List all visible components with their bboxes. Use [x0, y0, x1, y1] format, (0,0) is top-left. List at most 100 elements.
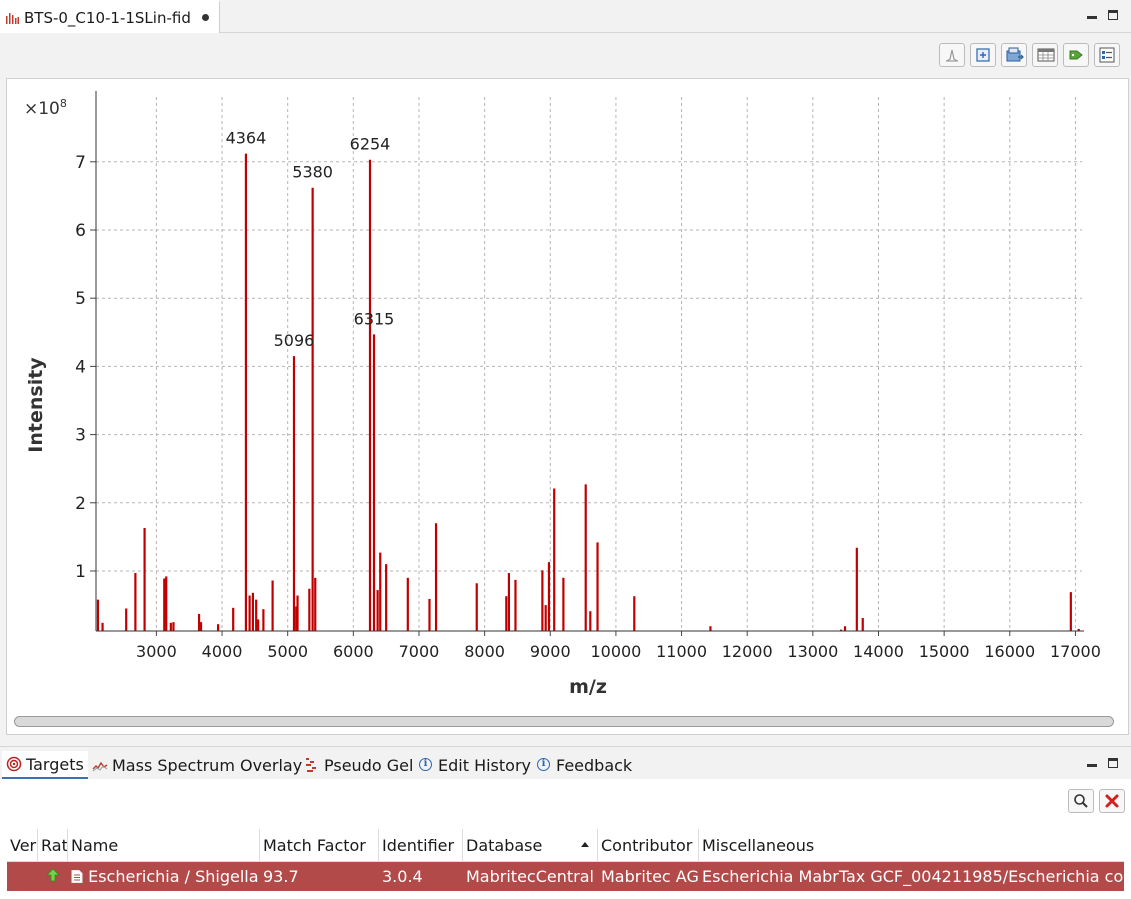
info-icon: i	[418, 757, 434, 773]
table-row[interactable]: Escherichia / Shigella 93.7 3.0.4 Mabrit…	[7, 862, 1124, 891]
target-icon	[6, 756, 22, 772]
search-button[interactable]	[1068, 789, 1094, 813]
mass-spectrum-plot[interactable]: 3000 4000 5000 6000 7000 8000 9000 10000 11000 12…	[7, 79, 1130, 709]
tab-targets-label: Targets	[26, 754, 84, 774]
table-view-button[interactable]	[1032, 43, 1058, 67]
editor-tab-title: BTS-0_C10-1-1SLin-fid	[24, 9, 191, 27]
x-tick-label: 15000	[919, 642, 970, 661]
x-tick-label: 3000	[136, 642, 177, 661]
y-axis-label: Intensity	[25, 357, 47, 453]
tab-mass-spectrum-overlay-label: Mass Spectrum Overlay	[112, 755, 303, 775]
x-tick-label: 14000	[853, 642, 904, 661]
x-axis-label: m/z	[569, 676, 607, 698]
zoom-icon	[976, 48, 990, 62]
axes: 3000 4000 5000 6000 7000 8000 9000 10000 11000 12…	[75, 91, 1101, 661]
targets-table[interactable]: Ver Rat Name Match Factor Identifier Dat…	[7, 829, 1124, 899]
tab-targets[interactable]: Targets	[2, 751, 88, 779]
tab-edit-history[interactable]: i Edit History	[414, 751, 535, 779]
column-header-contributor[interactable]: Contributor	[598, 829, 699, 862]
tab-edit-history-label: Edit History	[438, 755, 531, 775]
maximize-icon	[1108, 758, 1118, 768]
export-button[interactable]	[1001, 43, 1027, 67]
x-tick-label: 6000	[333, 642, 374, 661]
sort-ascending-icon	[581, 842, 589, 847]
info-icon: i	[536, 757, 552, 773]
y-scale-factor: ×108	[24, 97, 67, 119]
x-tick-label: 9000	[530, 642, 571, 661]
arrow-up-icon	[46, 868, 60, 882]
column-header-database[interactable]: Database	[463, 829, 598, 862]
horizontal-scrollbar[interactable]	[14, 716, 1114, 727]
peak-label: 5380	[292, 163, 333, 182]
x-tick-label: 13000	[787, 642, 838, 661]
spectrum-file-icon	[6, 13, 19, 24]
name-cell: Escherichia / Shigella	[68, 862, 260, 891]
x-tick-label: 4000	[202, 642, 243, 661]
x-tick-label: 8000	[464, 642, 505, 661]
tab-feedback[interactable]: i Feedback	[532, 751, 636, 779]
tab-pseudo-gel[interactable]: Pseudo Gel	[300, 751, 417, 779]
peaks	[96, 153, 1080, 631]
database-cell: MabritecCentral	[466, 867, 594, 886]
editor-tab-bar: BTS-0_C10-1-1SLin-fid	[0, 0, 1131, 33]
x-tick-label: 5000	[267, 642, 308, 661]
x-tick-label: 16000	[984, 642, 1035, 661]
miscellaneous-cell: Escherichia MabrTax GCF_004211985/Escher…	[702, 867, 1124, 886]
identifier-cell: 3.0.4	[382, 867, 423, 886]
minimize-icon	[1087, 16, 1097, 19]
mass-spectrum-chart[interactable]: 3000 4000 5000 6000 7000 8000 9000 10000 11000 12…	[6, 78, 1129, 735]
contributor-cell: Mabritec AG	[601, 867, 699, 886]
zoom-button[interactable]	[970, 43, 996, 67]
tab-feedback-label: Feedback	[556, 755, 633, 775]
y-tick-label: 1	[75, 562, 86, 582]
target-name: Escherichia / Shigella	[88, 867, 259, 886]
tab-pseudo-gel-label: Pseudo Gel	[324, 755, 414, 775]
column-header-identifier[interactable]: Identifier	[379, 829, 463, 862]
x-tick-label: 12000	[722, 642, 773, 661]
maximize-editor-button[interactable]	[1106, 8, 1120, 22]
column-header-database-label: Database	[466, 836, 543, 855]
maximize-icon	[1108, 10, 1118, 20]
y-tick-label: 4	[75, 357, 86, 377]
editor-tab[interactable]: BTS-0_C10-1-1SLin-fid	[0, 0, 220, 33]
column-header-match-factor[interactable]: Match Factor	[260, 829, 379, 862]
document-icon	[71, 870, 83, 883]
y-tick-label: 2	[75, 494, 86, 514]
x-tick-label: 10000	[590, 642, 641, 661]
y-tick-label: 6	[75, 221, 86, 241]
rating-cell	[38, 862, 68, 891]
column-header-name[interactable]: Name	[68, 829, 260, 862]
minimize-view-button[interactable]	[1085, 756, 1099, 770]
maximize-view-button[interactable]	[1106, 756, 1120, 770]
minimize-icon	[1087, 764, 1097, 767]
y-tick-label: 3	[75, 426, 86, 446]
delete-icon	[1105, 794, 1119, 808]
peak-label: 6315	[354, 309, 395, 328]
chart-settings-button[interactable]	[939, 43, 965, 67]
grid-lines	[96, 97, 1082, 631]
spectrum-overlay-icon	[92, 757, 108, 773]
x-tick-label: 7000	[399, 642, 440, 661]
search-icon	[1074, 794, 1088, 808]
chart-settings-icon	[946, 49, 958, 62]
y-tick-label: 5	[75, 289, 86, 309]
export-icon	[1006, 47, 1024, 62]
minimize-editor-button[interactable]	[1085, 8, 1099, 22]
list-settings-icon	[1099, 47, 1115, 63]
y-tick-label: 7	[75, 153, 86, 173]
unsaved-indicator-icon	[202, 14, 209, 21]
list-settings-button[interactable]	[1094, 43, 1120, 67]
table-icon	[1037, 48, 1055, 62]
pseudo-gel-icon	[304, 757, 320, 773]
column-header-rat[interactable]: Rat	[38, 829, 68, 862]
tab-mass-spectrum-overlay[interactable]: Mass Spectrum Overlay	[88, 751, 306, 779]
column-header-miscellaneous[interactable]: Miscellaneous	[699, 829, 1124, 862]
match-factor-cell: 93.7	[263, 867, 299, 886]
tag-icon	[1069, 50, 1083, 60]
column-header-ver[interactable]: Ver	[7, 829, 38, 862]
x-tick-label: 17000	[1050, 642, 1101, 661]
peak-label: 6254	[350, 135, 391, 154]
delete-targets-button[interactable]	[1099, 789, 1125, 813]
tag-button[interactable]	[1063, 43, 1089, 67]
peak-label: 5096	[274, 331, 315, 350]
